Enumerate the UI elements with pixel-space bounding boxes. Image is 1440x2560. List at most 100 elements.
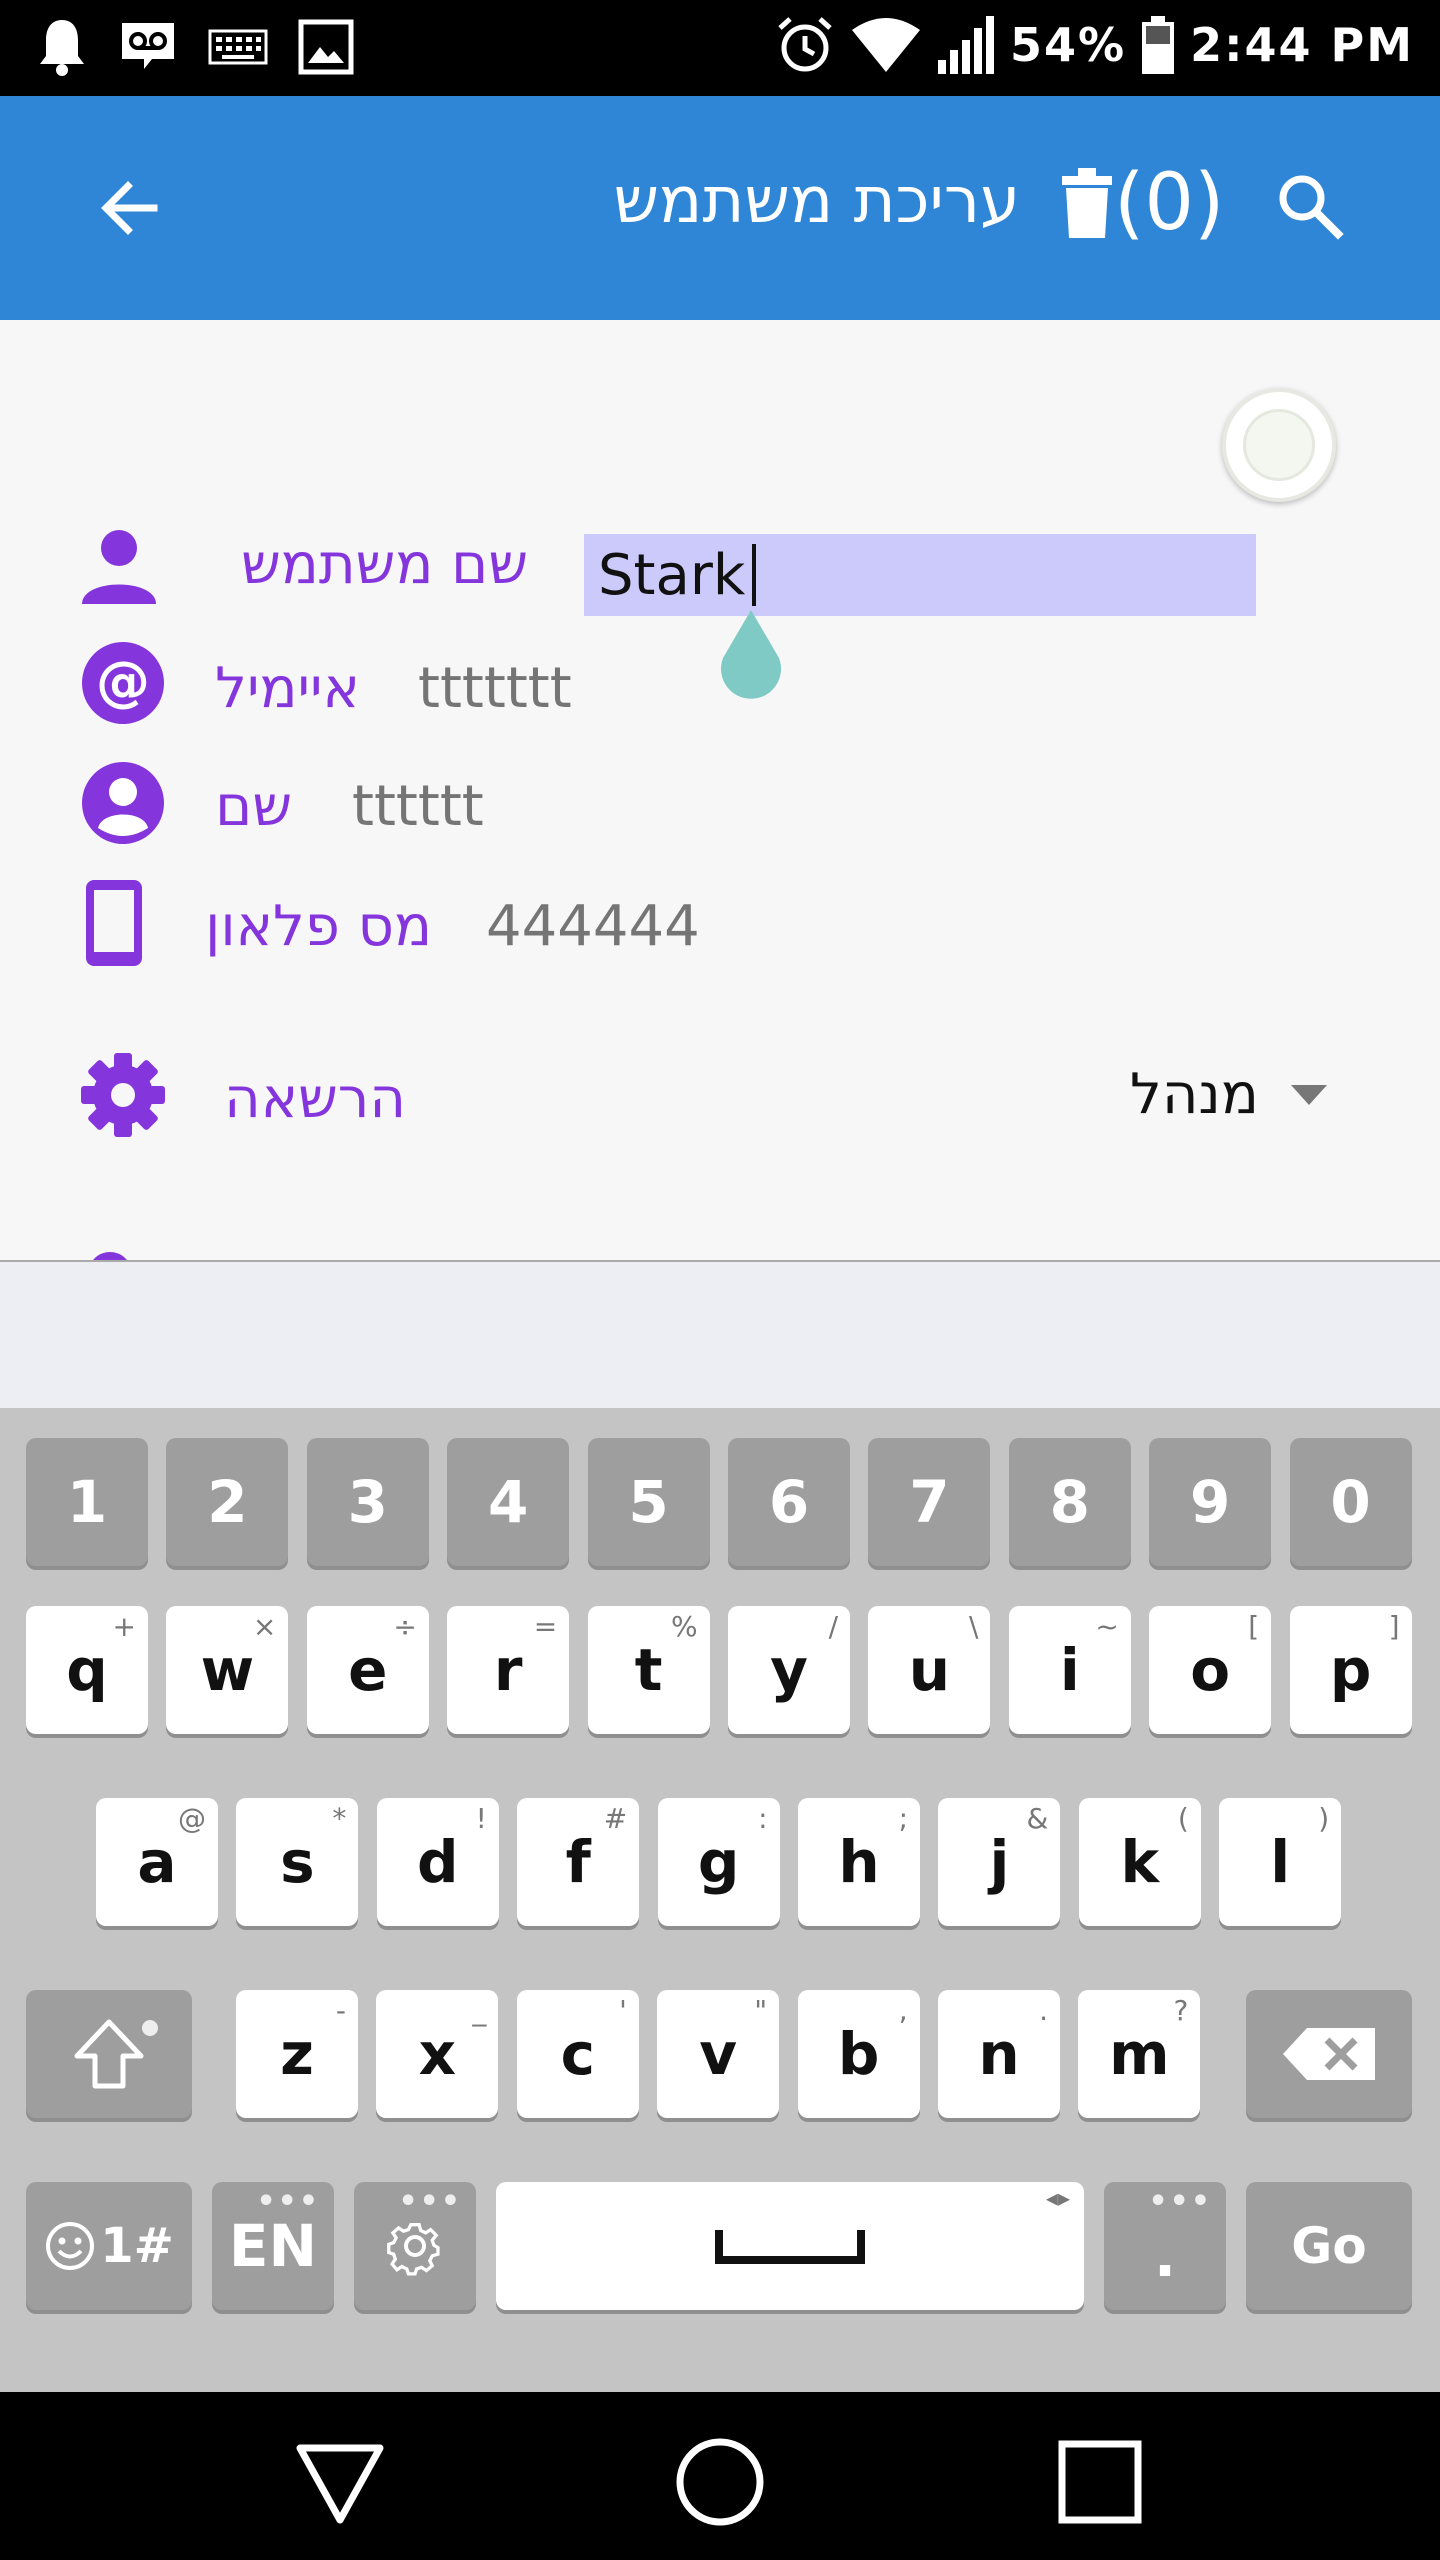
- key-c[interactable]: c ': [516, 1990, 639, 2118]
- app-bar: עריכת משתמש (0): [0, 96, 1440, 320]
- key-l[interactable]: l): [1219, 1798, 1342, 1926]
- username-label: שם משתמש: [241, 532, 528, 597]
- key-label: 5: [628, 1468, 669, 1536]
- key-8[interactable]: 8: [1008, 1438, 1131, 1566]
- trash-button[interactable]: (0): [1060, 158, 1225, 248]
- key-m[interactable]: m?: [1078, 1990, 1201, 2118]
- key-label: w: [200, 1636, 255, 1704]
- key-6[interactable]: 6: [728, 1438, 850, 1566]
- name-label: שם: [215, 774, 292, 839]
- key-q[interactable]: q +: [26, 1606, 148, 1734]
- shift-key[interactable]: [26, 1990, 192, 2118]
- keyboard-settings-key[interactable]: •••: [354, 2182, 476, 2310]
- key-s[interactable]: s *: [236, 1798, 359, 1926]
- trash-icon: [1062, 168, 1112, 238]
- key-0[interactable]: 0: [1289, 1438, 1412, 1566]
- recents-square-icon[interactable]: [1050, 2432, 1150, 2532]
- key-secondary-symbol: ): [1318, 1802, 1330, 1835]
- key-y[interactable]: y /: [728, 1606, 850, 1734]
- key-secondary-symbol: #: [603, 1802, 628, 1835]
- key-7[interactable]: 7: [868, 1438, 991, 1566]
- phone-value[interactable]: 444444: [486, 894, 700, 959]
- key-h[interactable]: h;: [798, 1798, 920, 1926]
- battery-percentage: 54%: [1009, 18, 1127, 72]
- key-label: m: [1109, 2020, 1170, 2088]
- period-key[interactable]: ••• .: [1104, 2182, 1226, 2310]
- key-b[interactable]: b,: [797, 1990, 920, 2118]
- key-label: i: [1059, 1636, 1080, 1704]
- name-value[interactable]: tttttt: [352, 774, 484, 839]
- key-label: z: [280, 2020, 314, 2088]
- key-a[interactable]: a @: [96, 1798, 218, 1926]
- key-secondary-symbol: _: [472, 1994, 487, 2027]
- symbols-key-label: 1#: [100, 2218, 174, 2274]
- key-u[interactable]: u \: [868, 1606, 991, 1734]
- key-label: 1: [66, 1468, 108, 1536]
- key-r[interactable]: r =: [447, 1606, 570, 1734]
- key-secondary-symbol: =: [533, 1610, 558, 1643]
- search-icon[interactable]: [1270, 166, 1350, 246]
- space-key[interactable]: ◂▸: [496, 2182, 1084, 2310]
- back-arrow-icon[interactable]: [90, 168, 170, 248]
- key-2[interactable]: 2: [166, 1438, 289, 1566]
- key-o[interactable]: o[: [1149, 1606, 1272, 1734]
- key-secondary-symbol: ÷: [393, 1610, 417, 1643]
- key-n[interactable]: n.: [938, 1990, 1060, 2118]
- key-secondary-symbol: ,: [898, 1994, 908, 2027]
- key-4[interactable]: 4: [447, 1438, 570, 1566]
- image-icon: [298, 19, 354, 75]
- key-v[interactable]: v ": [657, 1990, 780, 2118]
- page-title: עריכת משתמש: [613, 164, 1020, 238]
- key-label: 3: [347, 1468, 388, 1536]
- key-secondary-symbol: -: [335, 1994, 346, 2027]
- notification-bell-icon: [40, 20, 84, 76]
- key-label: a: [137, 1828, 177, 1896]
- key-secondary-symbol: \: [968, 1610, 979, 1643]
- key-1[interactable]: 1: [26, 1438, 148, 1566]
- key-p[interactable]: p]: [1289, 1606, 1412, 1734]
- key-t[interactable]: t%: [587, 1606, 710, 1734]
- key-g[interactable]: g:: [657, 1798, 780, 1926]
- status-bar: 54% 2:44 PM: [0, 0, 1440, 96]
- battery-icon: [1142, 16, 1175, 74]
- go-key[interactable]: Go: [1246, 2182, 1412, 2310]
- language-key-label: EN: [228, 2212, 318, 2280]
- email-label: איימיל: [215, 656, 360, 721]
- key-i[interactable]: i ~: [1008, 1606, 1131, 1734]
- key-label: o: [1190, 1636, 1231, 1704]
- key-e[interactable]: e ÷: [306, 1606, 429, 1734]
- key-secondary-symbol: ?: [1173, 1994, 1189, 2027]
- partially-visible-row-icon: [88, 1252, 132, 1260]
- key-9[interactable]: 9: [1149, 1438, 1272, 1566]
- key-j[interactable]: j &: [938, 1798, 1061, 1926]
- key-secondary-symbol: .: [1039, 1994, 1048, 2027]
- keyboard-icon: [208, 29, 268, 65]
- home-circle-icon[interactable]: [670, 2432, 770, 2532]
- emoji-icon: [46, 2222, 95, 2270]
- username-input[interactable]: [584, 534, 1256, 616]
- key-5[interactable]: 5: [587, 1438, 710, 1566]
- username-field[interactable]: [584, 534, 1256, 616]
- text-selection-handle[interactable]: [711, 610, 791, 710]
- avatar-picker-button[interactable]: [1222, 388, 1336, 502]
- key-k[interactable]: k(: [1078, 1798, 1201, 1926]
- email-value[interactable]: ttttttt: [418, 656, 572, 721]
- soft-keyboard: 1# ••• EN ••• ◂▸ ••• . Go 1 2 3 4 5 6 7 8 9 0 q + w ×…: [0, 1408, 1440, 2392]
- key-label: k: [1120, 1828, 1160, 1896]
- key-x[interactable]: x _: [376, 1990, 499, 2118]
- key-d[interactable]: d!: [376, 1798, 499, 1926]
- key-z[interactable]: z-: [236, 1990, 358, 2118]
- dropdown-arrow-icon: [1290, 1084, 1327, 1105]
- at-sign-icon: @: [82, 642, 164, 724]
- symbols-key[interactable]: 1#: [26, 2182, 192, 2310]
- key-3[interactable]: 3: [306, 1438, 429, 1566]
- backspace-key[interactable]: [1246, 1990, 1412, 2118]
- back-triangle-icon[interactable]: [290, 2432, 390, 2532]
- key-secondary-symbol: ]: [1388, 1610, 1400, 1643]
- permission-dropdown[interactable]: מנהל: [1130, 1062, 1329, 1127]
- key-w[interactable]: w ×: [166, 1606, 289, 1734]
- person-icon: [82, 530, 156, 604]
- key-f[interactable]: f #: [517, 1798, 640, 1926]
- gear-icon: [81, 1053, 165, 1137]
- language-key[interactable]: ••• EN: [212, 2182, 334, 2310]
